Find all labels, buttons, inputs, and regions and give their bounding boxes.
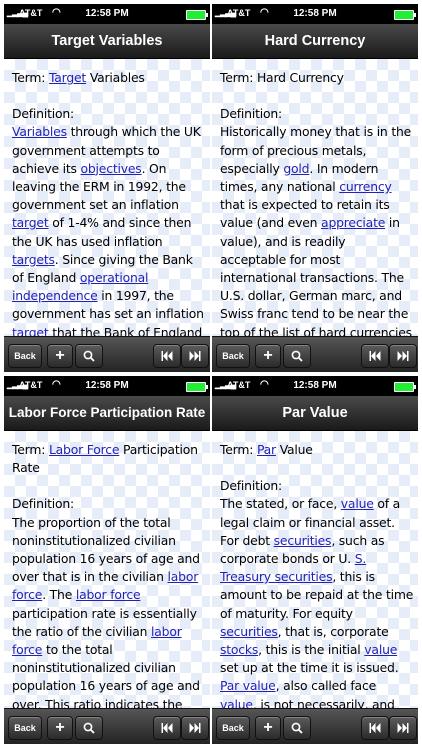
term-link[interactable]: Par bbox=[257, 442, 276, 457]
search-icon bbox=[83, 722, 95, 734]
glossary-link[interactable]: value bbox=[341, 496, 374, 511]
status-bar: ▁▂▃▄ AT&T ◠ 12:58 PM bbox=[4, 4, 210, 24]
next-button[interactable] bbox=[181, 716, 209, 740]
glossary-link[interactable]: targets bbox=[12, 252, 55, 267]
battery-icon bbox=[394, 382, 416, 392]
status-bar: ▁▂▃▄ AT&T ◠ 12:58 PM bbox=[212, 4, 418, 24]
search-icon bbox=[291, 350, 303, 362]
term-link[interactable]: Labor Force bbox=[49, 442, 120, 457]
definition-text: Term: Par Value Definition: The stated, o… bbox=[212, 431, 418, 708]
bottom-toolbar: Back + bbox=[4, 708, 210, 744]
page-title: Labor Force Participation Rate bbox=[4, 396, 210, 431]
next-button[interactable] bbox=[181, 344, 209, 368]
glossary-link[interactable]: target bbox=[12, 215, 49, 230]
screen-target-variables: ▁▂▃▄ AT&T ◠ 12:58 PM Target Variables Te… bbox=[4, 4, 210, 372]
definition-text: Term: Target Variables Definition: Variab… bbox=[4, 59, 210, 336]
status-bar: ▁▂▃▄ AT&T ◠ 12:58 PM bbox=[212, 376, 418, 396]
glossary-link[interactable]: S. Treasury securities bbox=[220, 551, 366, 584]
clock: 12:58 PM bbox=[85, 380, 129, 391]
add-button[interactable]: + bbox=[255, 716, 281, 740]
search-button[interactable] bbox=[283, 344, 311, 368]
search-button[interactable] bbox=[283, 716, 311, 740]
definition-view[interactable]: Term: Target Variables Definition: Variab… bbox=[4, 59, 210, 336]
add-button[interactable]: + bbox=[47, 344, 73, 368]
page-title: Par Value bbox=[212, 396, 418, 431]
definition-text: Term: Hard Currency Definition: Historica… bbox=[220, 70, 412, 336]
glossary-link[interactable]: stocks bbox=[220, 642, 258, 657]
bottom-toolbar: Back + bbox=[212, 708, 418, 744]
page-title: Target Variables bbox=[4, 24, 210, 59]
add-button[interactable]: + bbox=[255, 344, 281, 368]
fast-forward-icon bbox=[189, 723, 201, 733]
term-link[interactable]: Target bbox=[49, 70, 86, 85]
clock: 12:58 PM bbox=[85, 8, 129, 19]
glossary-link[interactable]: labor force bbox=[12, 624, 182, 657]
page-title: Hard Currency bbox=[212, 24, 418, 59]
previous-button[interactable] bbox=[153, 716, 181, 740]
glossary-link[interactable]: value bbox=[364, 642, 397, 657]
search-button[interactable] bbox=[75, 716, 103, 740]
clock: 12:58 PM bbox=[293, 380, 337, 391]
glossary-link[interactable]: operational independence bbox=[12, 270, 148, 303]
back-button[interactable]: Back bbox=[216, 344, 250, 368]
glossary-link[interactable]: securities bbox=[274, 533, 332, 548]
status-bar: ▁▂▃▄ AT&T ◠ 12:58 PM bbox=[4, 376, 210, 396]
battery-icon bbox=[394, 10, 416, 20]
definition-view[interactable]: Term: Labor Force Participation Rate Def… bbox=[4, 431, 210, 708]
next-button[interactable] bbox=[389, 716, 417, 740]
glossary-link[interactable]: securities bbox=[220, 624, 278, 639]
glossary-link[interactable]: appreciate bbox=[321, 215, 385, 230]
bottom-toolbar: Back + bbox=[212, 336, 418, 372]
battery-icon bbox=[186, 10, 208, 20]
screen-hard-currency: ▁▂▃▄ AT&T ◠ 12:58 PM Hard Currency Term:… bbox=[212, 4, 418, 372]
back-button[interactable]: Back bbox=[8, 716, 42, 740]
previous-button[interactable] bbox=[361, 716, 389, 740]
screen-labor-force-participation-rate: ▁▂▃▄ AT&T ◠ 12:58 PM Labor Force Partici… bbox=[4, 376, 210, 744]
clock: 12:58 PM bbox=[293, 8, 337, 19]
back-button[interactable]: Back bbox=[216, 716, 250, 740]
previous-button[interactable] bbox=[361, 344, 389, 368]
definition-view[interactable]: Term: Par Value Definition: The stated, o… bbox=[212, 431, 418, 708]
definition-view[interactable]: Term: Hard Currency Definition: Historica… bbox=[212, 59, 418, 336]
glossary-link[interactable]: labor force bbox=[76, 587, 141, 602]
fast-forward-icon bbox=[189, 351, 201, 361]
rewind-icon bbox=[369, 351, 381, 361]
rewind-icon bbox=[161, 723, 173, 733]
definition-text: Term: Labor Force Participation Rate Def… bbox=[12, 442, 200, 708]
glossary-link[interactable]: gold bbox=[283, 161, 309, 176]
search-icon bbox=[83, 350, 95, 362]
glossary-link[interactable]: Variables bbox=[12, 124, 67, 139]
glossary-link[interactable]: target bbox=[12, 325, 49, 336]
fast-forward-icon bbox=[397, 351, 409, 361]
glossary-link[interactable]: Par value bbox=[220, 678, 276, 693]
glossary-link[interactable]: objectives bbox=[81, 161, 142, 176]
add-button[interactable]: + bbox=[47, 716, 73, 740]
screen-par-value: ▁▂▃▄ AT&T ◠ 12:58 PM Par Value Term: Par… bbox=[212, 376, 418, 744]
glossary-link[interactable]: currency bbox=[339, 179, 392, 194]
next-button[interactable] bbox=[389, 344, 417, 368]
fast-forward-icon bbox=[397, 723, 409, 733]
search-button[interactable] bbox=[75, 344, 103, 368]
bottom-toolbar: Back + bbox=[4, 336, 210, 372]
back-button[interactable]: Back bbox=[8, 344, 42, 368]
search-icon bbox=[291, 722, 303, 734]
glossary-link[interactable]: value bbox=[220, 697, 253, 708]
rewind-icon bbox=[161, 351, 173, 361]
battery-icon bbox=[186, 382, 208, 392]
previous-button[interactable] bbox=[153, 344, 181, 368]
rewind-icon bbox=[369, 723, 381, 733]
